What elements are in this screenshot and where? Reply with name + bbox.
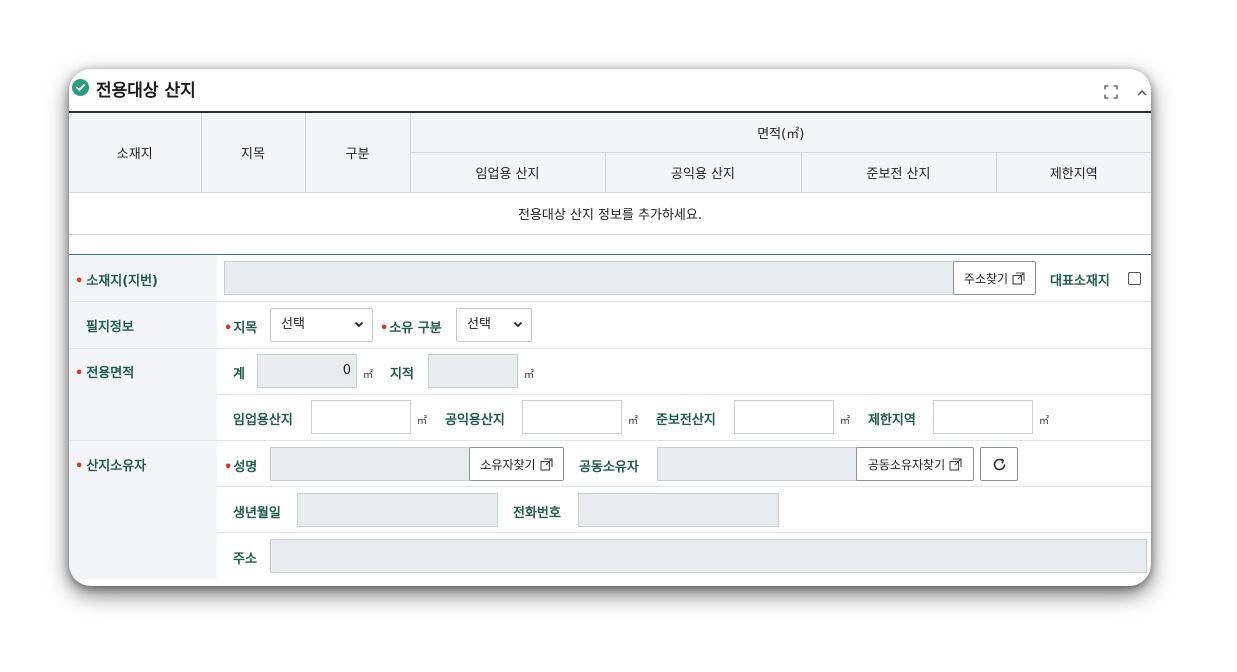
- find-owner-button[interactable]: 소유자찾기: [469, 447, 564, 481]
- forestry-area-input[interactable]: [311, 400, 411, 434]
- find-address-label: 주소찾기: [963, 271, 1009, 286]
- birth-label: 생년월일: [233, 506, 281, 521]
- parcel-label: 필지정보: [86, 320, 134, 335]
- address-input[interactable]: [270, 539, 1147, 573]
- phone-input[interactable]: [578, 493, 779, 527]
- find-co-owner-button[interactable]: 공동소유자찾기: [856, 447, 974, 481]
- find-address-button[interactable]: 주소찾기: [953, 261, 1036, 295]
- refresh-icon: [993, 457, 1005, 470]
- land-panel: 전용대상 산지 소재지 지목 구분 면적(㎡) 임업용 산지 공익용 산지 준보…: [69, 69, 1151, 586]
- land-summary-table: 소재지 지목 구분 면적(㎡) 임업용 산지 공익용 산지 준보전 산지 제한지…: [69, 111, 1151, 235]
- total-label: 계: [233, 367, 245, 382]
- col-division: 구분: [304, 111, 411, 193]
- representative-label: 대표소재지: [1050, 274, 1110, 289]
- unit-sqm: ㎡: [524, 370, 534, 381]
- owner-label: • 산지소유자: [75, 459, 147, 474]
- chevron-down-icon: [354, 321, 364, 328]
- area-label: • 전용면적: [75, 366, 135, 381]
- category-select-value: 선택: [281, 317, 305, 332]
- empty-message: 전용대상 산지 정보를 추가하세요.: [69, 192, 1151, 235]
- col-area-group: 면적(㎡): [409, 111, 1151, 153]
- public-label: 공익용산지: [445, 413, 505, 428]
- register-label: 지적: [390, 367, 414, 382]
- unit-sqm: ㎡: [840, 416, 850, 427]
- land-form: • 소재지(지번) 주소찾기 대표소재지 필지정보 •지목 선택 •소유 구분 선…: [69, 254, 1151, 579]
- semi-label: 준보전산지: [656, 413, 716, 428]
- birth-date-input[interactable]: [297, 493, 498, 527]
- unit-sqm: ㎡: [363, 370, 373, 381]
- location-input[interactable]: [224, 261, 954, 295]
- register-area-field: [428, 354, 518, 388]
- unit-sqm: ㎡: [1039, 416, 1049, 427]
- check-circle-icon: [72, 79, 89, 96]
- find-co-owner-label: 공동소유자찾기: [867, 457, 946, 472]
- col-public-land: 공익용 산지: [604, 152, 802, 193]
- panel-title: 전용대상 산지: [96, 81, 196, 101]
- col-location: 소재지: [69, 111, 202, 193]
- semi-area-input[interactable]: [734, 400, 834, 434]
- unit-sqm: ㎡: [417, 416, 427, 427]
- name-label: •성명: [224, 460, 258, 475]
- reset-button[interactable]: [980, 447, 1018, 481]
- public-area-input[interactable]: [522, 400, 622, 434]
- col-semi-land: 준보전 산지: [800, 152, 997, 193]
- panel-header: 전용대상 산지: [69, 69, 1151, 111]
- external-link-icon: [540, 457, 553, 471]
- ownership-select[interactable]: 선택: [456, 308, 532, 342]
- restricted-label: 제한지역: [868, 413, 916, 428]
- expand-icon[interactable]: [1104, 84, 1118, 99]
- phone-label: 전화번호: [513, 506, 561, 521]
- col-forestry-land: 임업용 산지: [410, 152, 606, 193]
- restricted-area-input[interactable]: [933, 400, 1033, 434]
- co-owner-input[interactable]: [657, 447, 857, 481]
- find-owner-label: 소유자찾기: [480, 457, 536, 472]
- col-category: 지목: [200, 111, 306, 193]
- category-label: •지목: [224, 321, 258, 336]
- unit-sqm: ㎡: [628, 416, 638, 427]
- chevron-down-icon: [513, 321, 523, 328]
- external-link-icon: [1012, 271, 1025, 285]
- location-label: • 소재지(지번): [75, 274, 158, 289]
- ownership-label: •소유 구분: [380, 321, 442, 336]
- co-owner-label: 공동소유자: [579, 460, 639, 475]
- representative-checkbox[interactable]: [1128, 272, 1141, 285]
- chevron-up-icon[interactable]: [1136, 84, 1148, 96]
- address-label: 주소: [233, 552, 257, 567]
- owner-name-input[interactable]: [270, 447, 470, 481]
- col-restricted-area: 제한지역: [995, 152, 1151, 193]
- total-area-field: 0: [257, 354, 357, 388]
- category-select[interactable]: 선택: [270, 308, 373, 342]
- external-link-icon: [949, 457, 962, 471]
- ownership-select-value: 선택: [467, 317, 491, 332]
- forestry-label: 임업용산지: [233, 413, 293, 428]
